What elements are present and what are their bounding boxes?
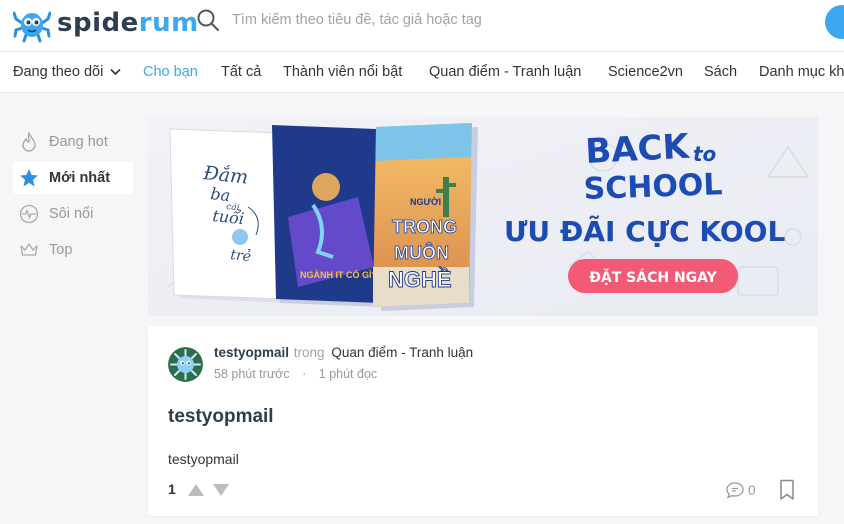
nav-other-categories[interactable]: Danh mục khác <box>759 64 844 80</box>
post-read-time: 1 phút đọc <box>318 367 378 381</box>
sort-newest[interactable]: Mới nhất <box>13 162 133 194</box>
nav-following-dropdown[interactable]: Đang theo dõi <box>13 64 121 80</box>
meta-in-word: trong <box>293 345 325 360</box>
nav-all[interactable]: Tất cả <box>221 64 261 80</box>
spider-mascot-icon <box>13 11 51 43</box>
crown-icon <box>19 240 39 260</box>
book-3-title-line-2: TRONG <box>392 217 457 237</box>
banner-cta-button[interactable]: ĐẶT SÁCH NGAY <box>568 259 738 293</box>
nav-for-you[interactable]: Cho bạn <box>143 64 198 80</box>
logo-word-part1: spide <box>57 8 139 38</box>
post-time-ago: 58 phút trước <box>214 367 290 381</box>
banner-cta-label: ĐẶT SÁCH NGAY <box>589 268 717 286</box>
sort-hot-label: Đang hot <box>49 134 108 150</box>
promo-banner[interactable]: Đắm ba cái tuổi trẻ NGÀNH IT CÓ GÌ? NGƯỜ… <box>148 117 818 316</box>
upvote-icon[interactable] <box>187 483 205 497</box>
book-3-title-line-1: NGƯỜI <box>410 196 441 207</box>
post-time-meta: 58 phút trước · 1 phút đọc <box>214 367 377 381</box>
sort-active[interactable]: Sôi nổi <box>13 198 133 230</box>
category-nav: Đang theo dõi Cho bạn Tất cả Thành viên … <box>0 51 844 93</box>
banner-headline-back: BACK <box>584 127 691 172</box>
post-category-link[interactable]: Quan điểm - Tranh luận <box>331 345 473 360</box>
author-avatar[interactable] <box>168 347 203 382</box>
promo-banner-art: Đắm ba cái tuổi trẻ NGÀNH IT CÓ GÌ? NGƯỜ… <box>148 117 818 316</box>
top-bar: spiderum <box>0 0 844 51</box>
book-3-title-line-4: NGHỀ <box>388 267 452 292</box>
logo-word-part2: rum <box>138 8 199 38</box>
post-card: testyopmail trong Quan điểm - Tranh luận… <box>148 326 818 516</box>
search-icon[interactable] <box>196 8 220 32</box>
nav-opinion-debate[interactable]: Quan điểm - Tranh luận <box>429 64 581 80</box>
banner-headline-to: to <box>693 142 717 166</box>
nav-books[interactable]: Sách <box>704 64 737 80</box>
bookmark-icon[interactable] <box>779 479 795 501</box>
book-1-title-line-4: tuổi <box>212 206 245 228</box>
sort-newest-label: Mới nhất <box>49 170 111 186</box>
comment-count: 0 <box>748 482 756 498</box>
book-2-title: NGÀNH IT CÓ GÌ? <box>300 269 377 280</box>
nav-following-label: Đang theo dõi <box>13 64 104 80</box>
flame-icon <box>19 132 39 152</box>
user-avatar-button[interactable] <box>825 5 844 39</box>
comments-button[interactable]: 0 <box>725 481 756 499</box>
spiderum-logo[interactable]: spiderum <box>13 3 199 43</box>
spider-avatar-icon <box>168 347 203 382</box>
post-title[interactable]: testyopmail <box>168 406 274 428</box>
comment-icon <box>726 482 744 499</box>
sort-top[interactable]: Top <box>13 234 133 266</box>
logo-wordmark: spiderum <box>57 8 199 38</box>
chevron-down-icon <box>110 69 121 76</box>
downvote-icon[interactable] <box>212 483 230 497</box>
sort-sidebar: Đang hot Mới nhất Sôi nổi Top <box>13 126 133 270</box>
sort-active-label: Sôi nổi <box>49 206 94 222</box>
banner-headline-school: SCHOOL <box>583 167 723 207</box>
vote-count: 1 <box>168 481 176 497</box>
meta-separator: · <box>302 367 307 381</box>
book-1-title-line-5: trẻ <box>230 246 252 265</box>
sort-hot[interactable]: Đang hot <box>13 126 133 158</box>
pulse-icon <box>19 204 39 224</box>
sort-top-label: Top <box>49 242 73 258</box>
search-input[interactable] <box>232 8 752 32</box>
nav-science2vn[interactable]: Science2vn <box>608 64 683 80</box>
author-name[interactable]: testyopmail <box>214 345 289 360</box>
book-3: NGƯỜI TRONG MUÔN NGHỀ <box>373 123 478 311</box>
banner-subheadline: ƯU ĐÃI CỰC KOOL <box>504 214 785 248</box>
book-1: Đắm ba cái tuổi trẻ <box>169 128 289 303</box>
book-3-title-line-3: MUÔN <box>394 242 449 263</box>
star-icon <box>19 168 39 188</box>
book-2: NGÀNH IT CÓ GÌ? <box>272 125 384 307</box>
post-excerpt: testyopmail <box>168 451 239 467</box>
nav-featured-members[interactable]: Thành viên nổi bật <box>283 64 402 80</box>
post-meta: testyopmail trong Quan điểm - Tranh luận <box>214 345 473 360</box>
